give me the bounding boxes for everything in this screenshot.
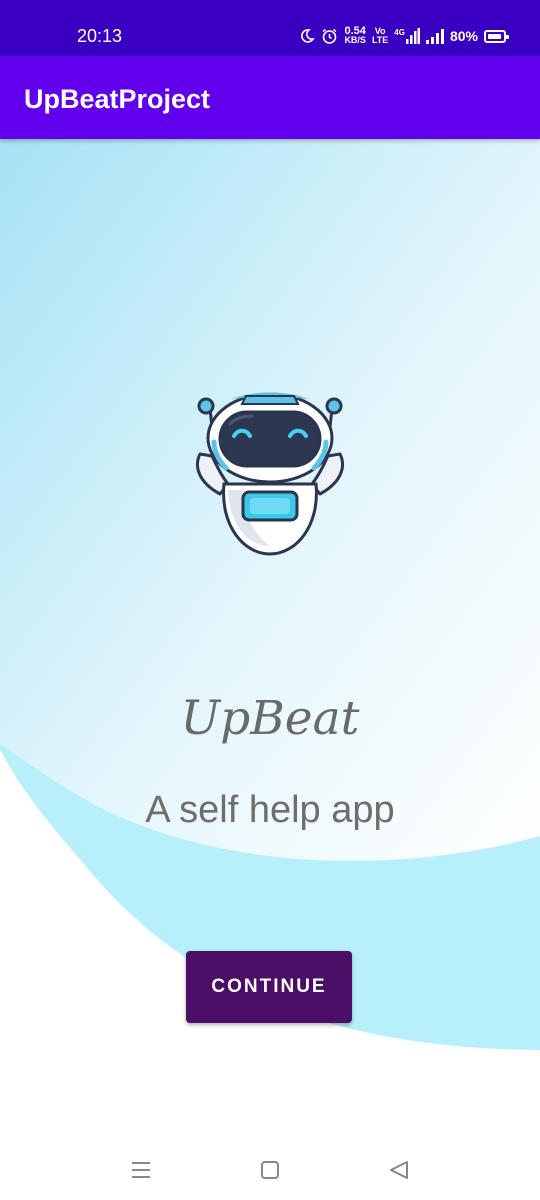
logo-text: UpBeat (180, 691, 360, 746)
status-bar: 20:13 0.54 KB/S Vo LTE 4G 80% (0, 0, 540, 56)
main-content: UpBeat A self help app CONTINUE (0, 139, 540, 1140)
back-icon[interactable] (387, 1158, 411, 1182)
recent-apps-icon[interactable] (129, 1158, 153, 1182)
signal-icon (425, 29, 444, 44)
moon-icon (301, 29, 316, 43)
status-time: 20:13 (77, 26, 123, 46)
app-bar: UpBeatProject (0, 56, 540, 139)
tagline: A self help app (145, 789, 395, 831)
signal-icon (405, 28, 420, 44)
battery-percent: 80% (449, 28, 478, 44)
battery-icon (484, 29, 509, 43)
continue-button[interactable]: CONTINUE (186, 951, 352, 1023)
network-speed-unit: KB/S (344, 35, 366, 45)
robot-mascot (196, 392, 344, 556)
app-title: UpBeatProject (24, 84, 211, 114)
alarm-icon (322, 28, 337, 44)
home-icon[interactable] (258, 1158, 282, 1182)
network-type-group: 4G (394, 28, 420, 44)
volte-bottom: LTE (371, 35, 389, 45)
navigation-bar (0, 1140, 540, 1200)
volte-indicator: Vo LTE (372, 27, 388, 45)
status-icons: 0.54 KB/S Vo LTE 4G 80% (299, 23, 509, 49)
network-speed: 0.54 KB/S (344, 26, 366, 45)
network-type: 4G (394, 28, 405, 37)
